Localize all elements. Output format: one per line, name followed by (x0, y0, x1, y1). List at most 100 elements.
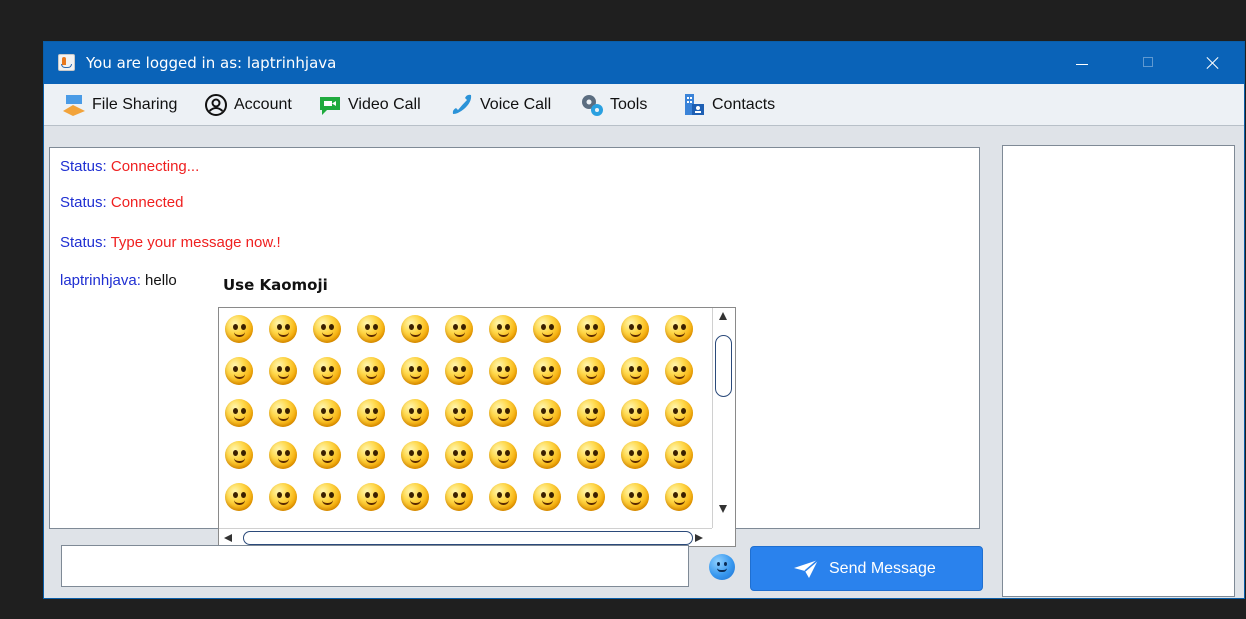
emoticon-face-icon[interactable] (445, 315, 473, 343)
scroll-left-icon[interactable] (224, 534, 232, 542)
emoticon-face-icon[interactable] (489, 357, 517, 385)
emoji-grid (225, 315, 711, 525)
menu-bar: File Sharing Account Video Call Voice Ca… (44, 84, 1244, 126)
chat-text: Connecting... (106, 158, 200, 175)
emoticon-face-icon[interactable] (313, 315, 341, 343)
emoticon-face-icon[interactable] (489, 315, 517, 343)
emoticon-face-icon[interactable] (621, 399, 649, 427)
menu-item-video-call[interactable]: Video Call (318, 93, 440, 117)
video-call-icon (320, 97, 340, 115)
emoticon-face-icon[interactable] (665, 399, 693, 427)
scroll-up-icon[interactable] (719, 312, 727, 320)
emoticon-face-icon[interactable] (357, 441, 385, 469)
send-message-button[interactable]: Send Message (750, 546, 983, 591)
window-title: You are logged in as: laptrinhjava (86, 54, 337, 72)
menu-item-voice-call[interactable]: Voice Call (450, 93, 570, 117)
emoticon-face-icon[interactable] (357, 315, 385, 343)
menu-item-label: Video Call (348, 96, 421, 113)
emoticon-face-icon[interactable] (621, 441, 649, 469)
emoticon-face-icon[interactable] (621, 357, 649, 385)
message-input[interactable] (61, 545, 689, 587)
emoticon-face-icon[interactable] (533, 483, 561, 511)
minimize-button[interactable] (1059, 42, 1105, 84)
contacts-icon (685, 94, 704, 115)
emoticon-face-icon[interactable] (533, 399, 561, 427)
menu-item-label: Voice Call (480, 96, 552, 113)
chat-sender: Status: (60, 234, 107, 251)
emoticon-face-icon[interactable] (533, 357, 561, 385)
phone-icon (452, 94, 472, 114)
emoticon-face-icon[interactable] (401, 399, 429, 427)
emoticon-face-icon[interactable] (445, 483, 473, 511)
emoticon-face-icon[interactable] (621, 315, 649, 343)
emoticon-face-icon[interactable] (313, 399, 341, 427)
menu-item-tools[interactable]: Tools (580, 93, 670, 117)
emoticon-face-icon[interactable] (577, 399, 605, 427)
emoticon-face-icon[interactable] (357, 357, 385, 385)
emoticon-face-icon[interactable] (445, 399, 473, 427)
emoticon-face-icon[interactable] (489, 441, 517, 469)
emoticon-face-icon[interactable] (269, 483, 297, 511)
emoticon-face-icon[interactable] (665, 441, 693, 469)
emoticon-face-icon[interactable] (269, 357, 297, 385)
emoticon-face-icon[interactable] (313, 357, 341, 385)
emoticon-face-icon[interactable] (313, 483, 341, 511)
contacts-panel[interactable] (1002, 145, 1235, 597)
menu-item-label: File Sharing (92, 96, 178, 113)
emoticon-face-icon[interactable] (357, 399, 385, 427)
emoticon-face-icon[interactable] (489, 483, 517, 511)
emoticon-face-icon[interactable] (445, 441, 473, 469)
emoticon-face-icon[interactable] (401, 441, 429, 469)
scroll-thumb[interactable] (715, 335, 732, 397)
emoticon-face-icon[interactable] (313, 441, 341, 469)
emoticon-face-icon[interactable] (577, 483, 605, 511)
emoticon-face-icon[interactable] (577, 441, 605, 469)
chat-sender: laptrinhjava: (60, 272, 141, 289)
maximize-button[interactable] (1125, 42, 1171, 84)
emoticon-face-icon[interactable] (489, 399, 517, 427)
menu-item-account[interactable]: Account (204, 93, 308, 117)
scroll-right-icon[interactable] (695, 534, 703, 542)
emoticon-face-icon[interactable] (533, 441, 561, 469)
chat-log[interactable]: Status: Connecting... Status: Connected … (49, 147, 980, 547)
emoticon-face-icon[interactable] (225, 483, 253, 511)
scroll-thumb[interactable] (243, 531, 693, 545)
emoticon-face-icon[interactable] (269, 315, 297, 343)
send-button-label: Send Message (829, 560, 936, 577)
title-bar[interactable]: You are logged in as: laptrinhjava (44, 42, 1244, 84)
emoticon-face-icon[interactable] (225, 315, 253, 343)
app-window: You are logged in as: laptrinhjava File … (43, 41, 1245, 599)
emoticon-face-icon[interactable] (665, 483, 693, 511)
emoticon-face-icon[interactable] (269, 441, 297, 469)
chat-line: Status: Connecting... (60, 158, 199, 176)
chat-sender: Status: (60, 158, 107, 175)
account-icon (205, 94, 227, 116)
emoticon-face-icon[interactable] (225, 399, 253, 427)
emoticon-face-icon[interactable] (225, 357, 253, 385)
emoticon-face-icon[interactable] (445, 357, 473, 385)
kaomoji-picker (218, 307, 736, 547)
chat-line: Status: Type your message now.! (60, 234, 281, 252)
emoticon-face-icon[interactable] (269, 399, 297, 427)
chat-line: Status: Connected (60, 194, 183, 212)
emoticon-face-icon[interactable] (665, 357, 693, 385)
emoticon-face-icon[interactable] (665, 315, 693, 343)
emoticon-face-icon[interactable] (621, 483, 649, 511)
emoticon-face-icon[interactable] (401, 315, 429, 343)
menu-item-label: Contacts (712, 96, 776, 113)
emoticon-face-icon[interactable] (401, 483, 429, 511)
emoticon-face-icon[interactable] (401, 357, 429, 385)
scroll-down-icon[interactable] (719, 505, 727, 513)
smiley-icon[interactable] (709, 554, 735, 580)
emoticon-face-icon[interactable] (225, 441, 253, 469)
kaomoji-title: Use Kaomoji (223, 276, 328, 294)
gears-icon (582, 95, 603, 116)
close-button[interactable] (1190, 42, 1236, 84)
emoticon-face-icon[interactable] (357, 483, 385, 511)
emoticon-face-icon[interactable] (533, 315, 561, 343)
emoticon-face-icon[interactable] (577, 315, 605, 343)
menu-item-contacts[interactable]: Contacts (682, 93, 788, 117)
menu-item-file-sharing[interactable]: File Sharing (62, 93, 196, 117)
emoticon-face-icon[interactable] (577, 357, 605, 385)
vertical-scrollbar[interactable] (712, 308, 735, 528)
